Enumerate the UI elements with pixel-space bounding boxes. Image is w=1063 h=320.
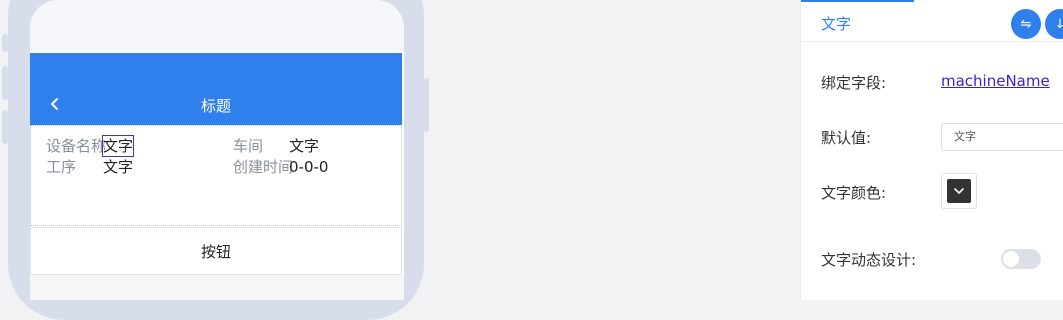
field-value-device-name[interactable]: 文字 <box>101 135 135 157</box>
field-label-device-name: 设备名称 <box>46 137 107 155</box>
field-value-process[interactable]: 文字 <box>103 157 133 177</box>
tab-active-indicator <box>801 0 914 2</box>
bind-field-link[interactable]: machineName <box>941 72 1050 90</box>
phone-power-button <box>424 78 429 132</box>
panel-header: 文字 ⇋ ↓ <box>801 0 1063 42</box>
tab-text[interactable]: 文字 <box>821 13 851 34</box>
phone-screen: 标题 设备名称 文字 车间 文字 工序 文字 创建时间 0-0-0 按钮 <box>30 0 404 300</box>
phone-volume-down-button <box>2 110 8 144</box>
color-picker[interactable] <box>941 173 977 209</box>
arrow-down-icon[interactable]: ↓ <box>1045 9 1063 39</box>
swap-icon[interactable]: ⇋ <box>1011 9 1041 39</box>
toggle-knob <box>1003 251 1019 267</box>
status-area <box>30 0 404 52</box>
navbar: 标题 <box>30 53 402 125</box>
page-title: 标题 <box>200 97 231 115</box>
action-button[interactable]: 按钮 <box>30 227 402 275</box>
detail-form: 设备名称 文字 车间 文字 工序 文字 创建时间 0-0-0 <box>30 125 402 226</box>
field-label-process: 工序 <box>46 158 77 176</box>
phone-volume-up-button <box>2 66 8 100</box>
chevron-down-icon <box>954 187 964 194</box>
field-label-workshop: 车间 <box>233 137 264 155</box>
field-value-workshop[interactable]: 文字 <box>289 136 319 156</box>
text-color-label: 文字颜色: <box>821 184 887 202</box>
dynamic-design-label: 文字动态设计: <box>821 251 917 269</box>
default-value-input[interactable]: 文字 <box>941 123 1063 151</box>
default-value-label: 默认值: <box>821 129 872 147</box>
dynamic-design-toggle[interactable] <box>1001 249 1041 269</box>
properties-panel: 文字 ⇋ ↓ 绑定字段: machineName 默认值: 文字 文字颜色: 文… <box>800 0 1063 300</box>
bind-field-label: 绑定字段: <box>821 74 887 92</box>
screen-footer <box>30 275 404 300</box>
field-label-created-time: 创建时间 <box>233 158 294 176</box>
phone-side-button <box>2 34 8 52</box>
field-value-created-time[interactable]: 0-0-0 <box>289 157 328 177</box>
color-swatch <box>947 179 971 203</box>
